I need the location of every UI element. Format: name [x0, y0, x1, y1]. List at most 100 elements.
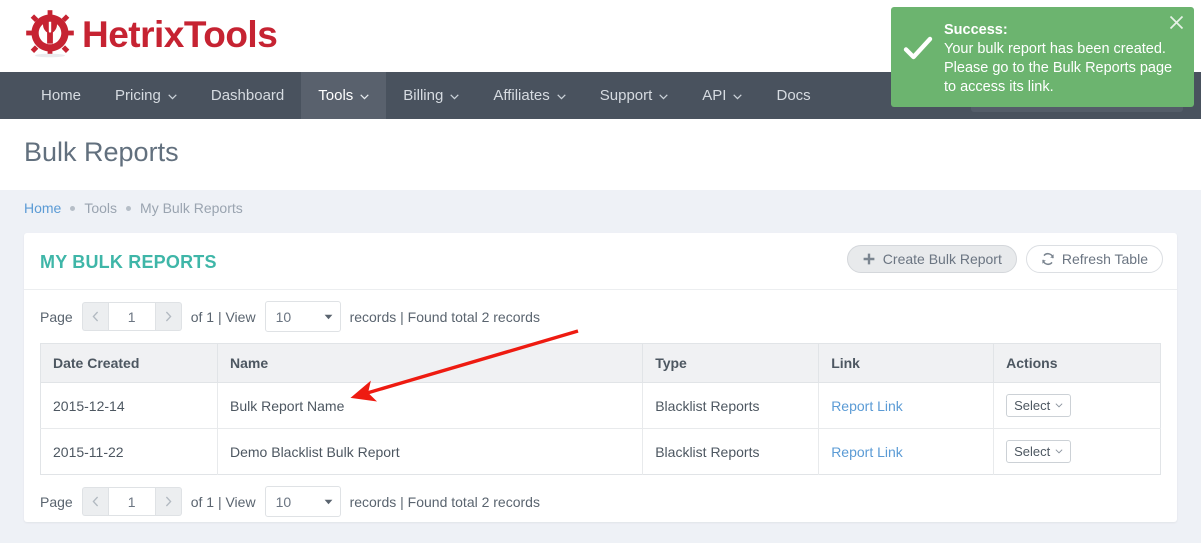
column-header-type[interactable]: Type: [642, 343, 820, 383]
refresh-table-button[interactable]: Refresh Table: [1025, 245, 1163, 273]
chevron-down-icon: [360, 93, 370, 99]
nav-label: API: [702, 87, 727, 104]
nav-label: Dashboard: [210, 87, 285, 104]
records-per-page-value: 10: [275, 308, 292, 325]
nav-label: Affiliates: [493, 87, 550, 104]
toast-message: Your bulk report has been created. Pleas…: [944, 41, 1173, 95]
close-icon[interactable]: [1168, 14, 1185, 31]
nav-item-support[interactable]: Support: [583, 72, 686, 119]
chevron-left-icon: [92, 311, 98, 322]
table-row[interactable]: 2015-11-22 Demo Blacklist Bulk Report Bl…: [40, 428, 1161, 475]
create-bulk-report-label: Create Bulk Report: [882, 251, 1002, 267]
nav-item-dashboard[interactable]: Dashboard: [194, 72, 301, 119]
plus-icon: [863, 253, 875, 265]
pager-of-view-text: of 1 | View: [190, 308, 256, 325]
chevron-down-icon: [168, 93, 177, 99]
chevron-down-icon: [450, 93, 460, 99]
prev-page-button[interactable]: [81, 302, 108, 331]
table-header-row: Date Created Name Type Link Actions: [40, 343, 1161, 383]
column-header-link[interactable]: Link: [818, 343, 995, 383]
nav-item-api[interactable]: API: [685, 72, 759, 119]
breadcrumb-separator-icon: [70, 205, 76, 211]
next-page-button[interactable]: [155, 487, 182, 516]
page-title: Bulk Reports: [24, 137, 179, 167]
records-per-page-select[interactable]: 10: [264, 486, 341, 517]
pager-of-view-text: of 1 | View: [190, 493, 256, 510]
nav-item-affiliates[interactable]: Affiliates: [476, 72, 582, 119]
bulk-reports-card: MY BULK REPORTS Create Bulk Report Refre…: [24, 233, 1177, 522]
brand-name: HetrixTools: [82, 13, 278, 55]
table-row[interactable]: 2015-12-14 Bulk Report Name Blacklist Re…: [40, 382, 1161, 429]
page-header: Bulk Reports: [0, 119, 1201, 190]
cell-actions: Select: [993, 382, 1161, 429]
nav-label: Tools: [318, 87, 354, 104]
table-body: 2015-12-14 Bulk Report Name Blacklist Re…: [40, 382, 1161, 475]
next-page-button[interactable]: [155, 302, 182, 331]
report-link[interactable]: Report Link: [831, 444, 903, 460]
card-actions: Create Bulk Report Refresh Table: [846, 245, 1163, 273]
row-action-select-label: Select: [1014, 444, 1051, 459]
check-icon: [903, 36, 933, 60]
chevron-right-icon: [165, 496, 172, 507]
nav-item-pricing[interactable]: Pricing: [98, 72, 194, 119]
breadcrumb: Home Tools My Bulk Reports: [0, 190, 1201, 226]
cell-date-created: 2015-12-14: [40, 382, 218, 429]
cell-type: Blacklist Reports: [642, 382, 820, 429]
pager-label: Page: [40, 308, 73, 325]
records-per-page-select[interactable]: 10: [264, 301, 341, 332]
nav-label: Pricing: [115, 87, 161, 104]
refresh-icon: [1042, 253, 1054, 265]
create-bulk-report-button[interactable]: Create Bulk Report: [846, 245, 1017, 273]
table-head: Date Created Name Type Link Actions: [40, 343, 1161, 383]
page-number-input[interactable]: [107, 487, 156, 516]
nav-item-billing[interactable]: Billing: [386, 72, 476, 119]
brand-logo[interactable]: HetrixTools: [24, 8, 278, 60]
pagination-top: Page of 1 | View 10 records | Found tota…: [24, 290, 1177, 343]
toast-body: Success: Your bulk report has been creat…: [944, 19, 1184, 97]
nav-label: Support: [599, 87, 653, 104]
report-link[interactable]: Report Link: [831, 398, 903, 414]
nav-item-docs[interactable]: Docs: [759, 72, 827, 119]
chevron-down-icon: [1055, 449, 1063, 454]
breadcrumb-current: My Bulk Reports: [140, 200, 243, 216]
success-toast: Success: Your bulk report has been creat…: [891, 7, 1194, 107]
pager-label: Page: [40, 493, 73, 510]
cell-link: Report Link: [818, 428, 995, 475]
column-header-name[interactable]: Name: [217, 343, 644, 383]
gear-wrench-icon: [26, 10, 74, 58]
breadcrumb-tools: Tools: [84, 200, 118, 216]
column-header-date-created[interactable]: Date Created: [40, 343, 218, 383]
pagination-bottom: Page of 1 | View 10 records | Found tota…: [24, 475, 1177, 528]
chevron-down-icon: [557, 93, 566, 99]
row-action-select-label: Select: [1014, 398, 1051, 413]
row-action-select-button[interactable]: Select: [1006, 394, 1072, 417]
records-per-page-value: 10: [275, 493, 292, 510]
cell-name: Demo Blacklist Bulk Report: [217, 428, 644, 475]
nav-label: Docs: [776, 87, 811, 104]
chevron-down-icon: [324, 499, 332, 504]
row-action-select-button[interactable]: Select: [1006, 440, 1072, 463]
cell-link: Report Link: [818, 382, 995, 429]
refresh-table-label: Refresh Table: [1061, 251, 1148, 267]
prev-page-button[interactable]: [81, 487, 108, 516]
cell-date-created: 2015-11-22: [40, 428, 218, 475]
chevron-right-icon: [165, 311, 172, 322]
page-root: HetrixTools Test Account Home Pricing: [0, 0, 1201, 543]
breadcrumb-separator-icon: [126, 205, 132, 211]
cell-actions: Select: [993, 428, 1161, 475]
pager-records-text: records | Found total 2 records: [349, 308, 540, 325]
page-number-input[interactable]: [107, 302, 156, 331]
bulk-reports-table: Date Created Name Type Link Actions 2015…: [40, 343, 1161, 475]
nav-item-home[interactable]: Home: [24, 72, 98, 119]
column-header-actions[interactable]: Actions: [993, 343, 1161, 383]
chevron-left-icon: [92, 496, 98, 507]
table-wrapper: Date Created Name Type Link Actions 2015…: [24, 343, 1177, 475]
nav-item-tools[interactable]: Tools: [301, 72, 387, 119]
chevron-down-icon: [733, 93, 743, 99]
card-title: MY BULK REPORTS: [40, 252, 217, 272]
breadcrumb-home[interactable]: Home: [24, 200, 61, 216]
chevron-down-icon: [324, 314, 332, 319]
card-header: MY BULK REPORTS Create Bulk Report Refre…: [24, 233, 1177, 290]
pager-records-text: records | Found total 2 records: [349, 493, 540, 510]
chevron-down-icon: [659, 93, 669, 99]
